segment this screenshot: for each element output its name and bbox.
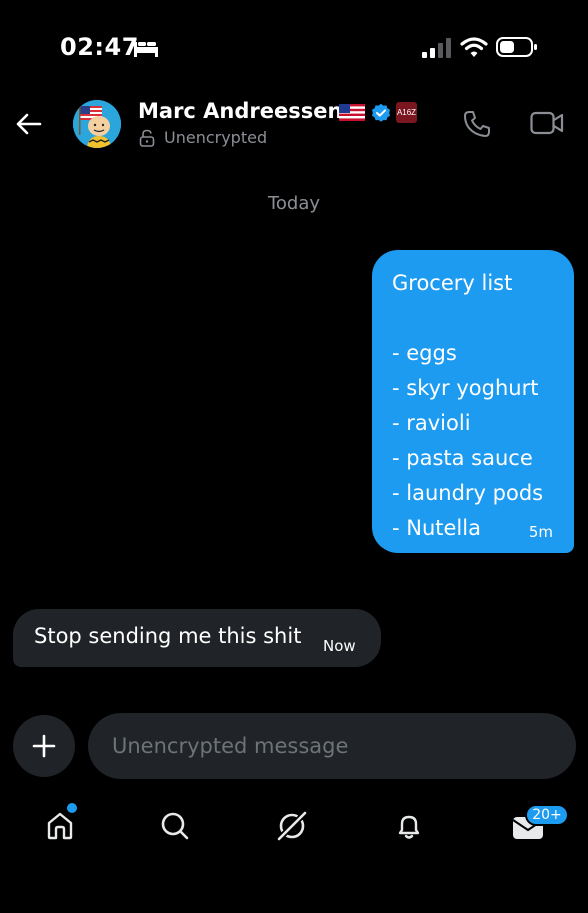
conversation-header: Marc Andreessen A16Z Unencrypted (0, 95, 588, 155)
message-timestamp: 5m (528, 523, 553, 541)
home-icon (47, 812, 73, 840)
wifi-icon (460, 37, 488, 57)
avatar-image (73, 100, 121, 148)
plus-icon (32, 734, 56, 758)
notifications-icon (398, 815, 420, 839)
message-timestamp: Now (323, 637, 356, 655)
messages-badge: 20+ (525, 804, 569, 826)
message-line: - pasta sauce (392, 446, 533, 470)
bed-icon (134, 42, 158, 57)
search-icon (161, 812, 189, 840)
message-line: - eggs (392, 341, 457, 365)
verified-icon (372, 103, 390, 122)
nav-notifications[interactable] (389, 806, 429, 846)
phone-icon[interactable] (462, 109, 492, 139)
nav-search[interactable] (155, 806, 195, 846)
sent-message-bubble[interactable]: Grocery list - eggs - skyr yoghurt - rav… (372, 250, 574, 553)
home-notification-dot (67, 803, 77, 813)
grok-icon (276, 810, 308, 842)
avatar[interactable] (73, 100, 121, 148)
status-time: 02:47 (60, 33, 139, 61)
message-line: Grocery list (392, 271, 513, 295)
video-icon[interactable] (530, 110, 564, 136)
add-attachment-button[interactable] (13, 715, 75, 777)
us-flag-icon (339, 104, 365, 121)
lock-icon (139, 129, 155, 147)
status-bar: 02:47 (0, 0, 588, 95)
battery-icon (496, 37, 537, 57)
message-line (392, 301, 554, 336)
date-divider: Today (267, 193, 321, 214)
received-message-bubble[interactable]: Stop sending me this shit Now (13, 609, 381, 667)
back-arrow-icon[interactable] (14, 109, 44, 139)
encryption-status: Unencrypted (164, 128, 268, 147)
signal-icon (422, 38, 451, 58)
affiliate-badge[interactable]: A16Z (396, 102, 417, 123)
contact-name[interactable]: Marc Andreessen (138, 99, 342, 123)
message-line: - ravioli (392, 411, 471, 435)
message-text: Stop sending me this shit (34, 624, 302, 648)
message-line: - laundry pods (392, 481, 544, 505)
nav-grok[interactable] (272, 806, 312, 846)
message-input[interactable] (88, 713, 576, 779)
message-line: - skyr yoghurt (392, 376, 539, 400)
